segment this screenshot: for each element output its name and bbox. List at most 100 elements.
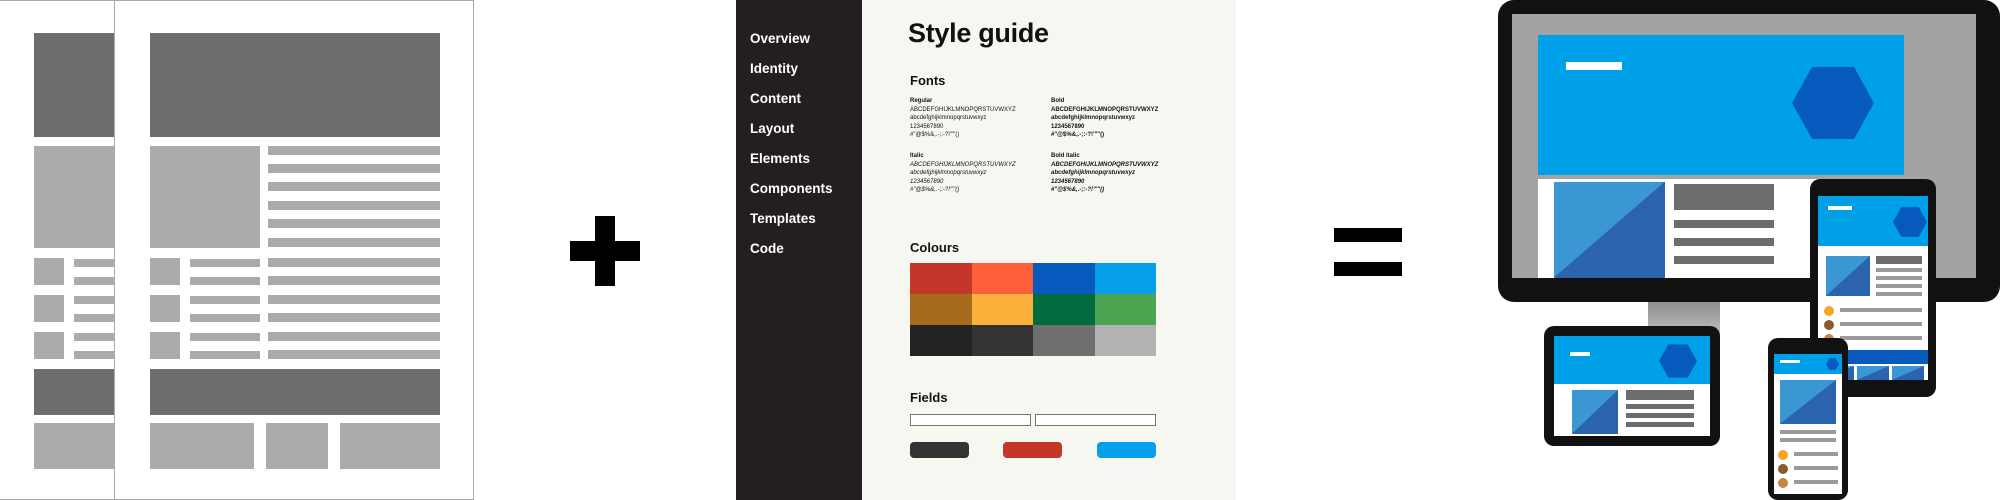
font-symbols: #"@$%&,.-;:-?!'""() <box>910 132 960 138</box>
content-line <box>1780 430 1836 434</box>
font-digits: 1234567890 <box>1051 178 1085 185</box>
wireframe-page-back <box>0 0 116 500</box>
content-line <box>1626 422 1694 427</box>
hexagon-icon <box>1826 358 1839 370</box>
wire-thumb <box>150 258 180 285</box>
wire-text-line <box>268 238 440 247</box>
plus-sign <box>570 216 640 286</box>
font-label: Bold italic <box>1051 153 1080 159</box>
content-line <box>1876 292 1922 296</box>
wire-thumb <box>150 295 180 322</box>
wire-text-line <box>268 146 440 155</box>
wire-line <box>190 259 260 267</box>
font-sample-italic: Italic ABCDEFGHIJKLMNOPQRSTUVWXYZ abcdef… <box>910 152 1016 195</box>
list-line <box>1840 336 1922 340</box>
hero-title-bar <box>1566 62 1622 70</box>
nav-item-content[interactable]: Content <box>750 91 801 106</box>
content-image <box>1780 380 1836 424</box>
font-lower: abcdefghijklmnopqrstuvwxyz <box>910 115 987 121</box>
font-label: Bold <box>1051 98 1065 104</box>
colour-swatch <box>1094 263 1156 294</box>
list-line <box>1794 480 1838 484</box>
dark-button[interactable] <box>910 442 969 458</box>
hexagon-icon <box>1792 67 1874 139</box>
text-field[interactable] <box>1035 414 1156 426</box>
colour-swatch <box>1033 263 1095 294</box>
font-sample-bold: Bold ABCDEFGHIJKLMNOPQRSTUVWXYZ abcdefgh… <box>1051 97 1158 140</box>
wire-footer-block <box>340 423 440 469</box>
nav-item-code[interactable]: Code <box>750 241 784 256</box>
wire-footer-bar <box>34 369 116 415</box>
wire-footer-block <box>150 423 254 469</box>
style-guide-content: Style guide Fonts Regular ABCDEFGHIJKLMN… <box>862 0 1236 500</box>
wire-thumb <box>150 332 180 359</box>
hero-title-bar <box>1780 360 1800 363</box>
tablet-screen <box>1554 336 1710 436</box>
nav-item-overview[interactable]: Overview <box>750 31 810 46</box>
content-line <box>1674 220 1774 228</box>
nav-item-templates[interactable]: Templates <box>750 211 816 226</box>
wire-text-line <box>268 219 440 228</box>
red-button[interactable] <box>1003 442 1062 458</box>
footer-tile <box>1857 366 1889 380</box>
content-line <box>1674 238 1774 246</box>
content-line <box>1674 256 1774 264</box>
avatar <box>1778 450 1788 460</box>
wire-text-line <box>268 182 440 191</box>
font-lower: abcdefghijklmnopqrstuvwxyz <box>1051 170 1136 176</box>
content-image <box>1826 256 1870 296</box>
equals-sign <box>1334 228 1402 276</box>
colour-swatch <box>910 325 972 356</box>
font-sample-regular: Regular ABCDEFGHIJKLMNOPQRSTUVWXYZ abcde… <box>910 97 1016 140</box>
wire-header-block <box>34 33 116 137</box>
avatar <box>1778 464 1788 474</box>
font-symbols: #"@$%&,.-;:-?!'""() <box>910 187 960 193</box>
font-symbols: #"@$%&,.-;:-?!'""() <box>1051 132 1105 138</box>
content-heading-bar <box>1674 184 1774 210</box>
font-digits: 1234567890 <box>1051 123 1085 130</box>
wire-thumb <box>34 332 64 359</box>
list-line <box>1794 452 1838 456</box>
colour-swatch <box>1033 325 1095 356</box>
page-title: Style guide <box>908 18 1049 48</box>
content-image <box>1572 390 1618 434</box>
font-digits: 1234567890 <box>910 178 944 185</box>
wire-text-line <box>268 350 440 359</box>
content-image <box>1554 182 1665 278</box>
wire-line <box>190 296 260 304</box>
content-line <box>1876 284 1922 288</box>
nav-item-components[interactable]: Components <box>750 181 833 196</box>
wire-footer-block <box>266 423 328 469</box>
wire-footer-bar <box>150 369 440 415</box>
nav-item-elements[interactable]: Elements <box>750 151 810 166</box>
nav-item-layout[interactable]: Layout <box>750 121 794 136</box>
wire-line <box>74 314 116 322</box>
colour-swatch <box>971 294 1033 325</box>
avatar <box>1778 478 1788 488</box>
fields-heading: Fields <box>910 390 948 405</box>
wire-line <box>190 333 260 341</box>
font-upper: ABCDEFGHIJKLMNOPQRSTUVWXYZ <box>910 161 1016 168</box>
content-line <box>1876 268 1922 272</box>
colour-swatch <box>1094 325 1156 356</box>
wireframe-page-front <box>114 0 474 500</box>
text-field[interactable] <box>910 414 1031 426</box>
phone <box>1768 338 1848 500</box>
content-line <box>1626 390 1694 400</box>
nav-item-identity[interactable]: Identity <box>750 61 798 76</box>
blue-button[interactable] <box>1097 442 1156 458</box>
wire-image-block <box>34 146 116 248</box>
colour-swatch <box>971 263 1033 294</box>
style-guide-nav: Overview Identity Content Layout Element… <box>736 0 862 500</box>
colour-swatch-grid <box>910 263 1156 356</box>
colour-swatch <box>1033 294 1095 325</box>
colour-swatch <box>910 263 972 294</box>
footer-tile <box>1892 366 1924 380</box>
wire-line <box>74 333 116 341</box>
font-label: Regular <box>910 98 933 104</box>
wire-line <box>190 351 260 359</box>
content-line <box>1876 256 1922 264</box>
font-upper: ABCDEFGHIJKLMNOPQRSTUVWXYZ <box>1051 161 1159 168</box>
colour-swatch <box>971 325 1033 356</box>
list-line <box>1840 308 1922 312</box>
